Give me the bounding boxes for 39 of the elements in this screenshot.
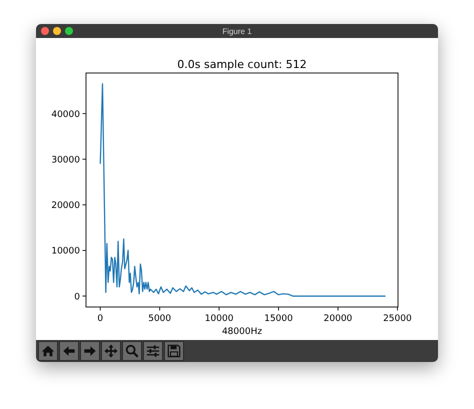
move-icon: [104, 344, 118, 358]
tick-label: 10000: [204, 314, 234, 324]
window-title: Figure 1: [221, 26, 253, 36]
toolbar-button[interactable]: [143, 341, 163, 361]
tick-mark: [100, 306, 101, 311]
axis-label: 48000Hz: [222, 327, 262, 337]
tick-mark: [82, 158, 86, 160]
toolbar-button[interactable]: [80, 341, 100, 361]
tick-label: 25000: [383, 314, 412, 324]
right-arrow-icon: [83, 344, 97, 358]
left-arrow-icon: [62, 344, 76, 358]
tick-mark: [397, 306, 398, 311]
toolbar-button[interactable]: [101, 341, 121, 361]
zoom-button[interactable]: [65, 27, 73, 35]
minimize-button[interactable]: [53, 27, 61, 35]
chart-title: 0.0s sample count: 512: [177, 58, 307, 71]
tick-label: 10000: [51, 246, 80, 257]
tick-mark: [218, 306, 220, 311]
tick-mark: [82, 204, 86, 206]
tick-mark: [278, 306, 279, 311]
toolbar-button[interactable]: [122, 341, 142, 361]
tick-mark: [82, 250, 86, 251]
toolbar-button[interactable]: [59, 341, 79, 361]
toolbar-button[interactable]: [38, 341, 58, 361]
tick-label: 0: [97, 314, 104, 324]
tick-label: 0: [74, 292, 80, 302]
search-icon: [125, 344, 139, 358]
tick-label: 5000: [148, 314, 172, 324]
home-icon: [41, 344, 55, 358]
close-button[interactable]: [41, 27, 49, 35]
tick-label: 15000: [264, 314, 293, 324]
tick-label: 40000: [51, 110, 80, 120]
tick-label: 20000: [51, 201, 80, 212]
tick-mark: [82, 113, 86, 114]
sliders-icon: [146, 344, 160, 358]
tick-label: 20000: [324, 314, 352, 324]
tick-mark: [159, 306, 160, 311]
toolbar-button[interactable]: [164, 341, 184, 361]
tick-label: 30000: [51, 156, 80, 166]
